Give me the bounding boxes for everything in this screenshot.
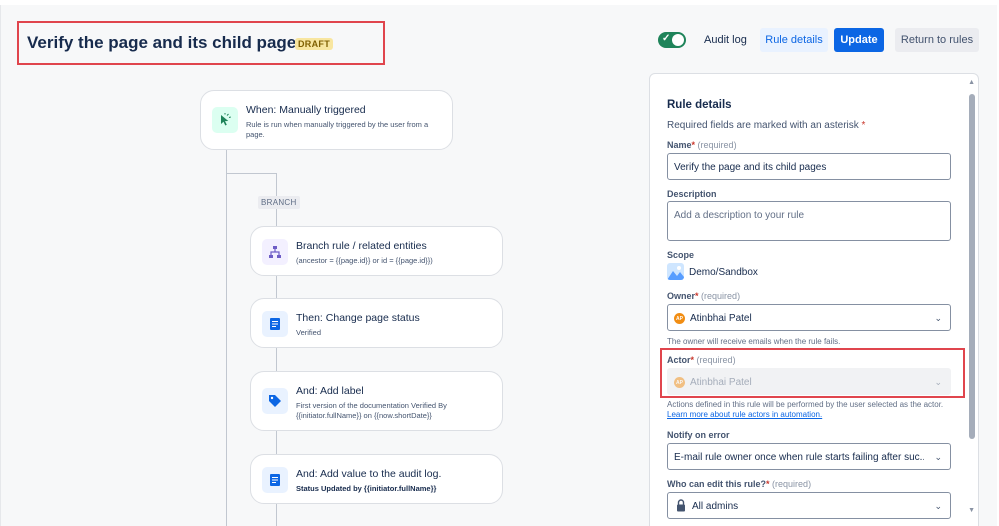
required-note: Required fields are marked with an aster… — [667, 120, 865, 131]
trigger-subtitle: Rule is run when manually triggered by t… — [246, 120, 429, 139]
trigger-title: When: Manually triggered — [246, 104, 366, 116]
name-field[interactable]: Verify the page and its child pages — [667, 153, 951, 180]
step-subtitle: Verified — [296, 328, 322, 337]
flow-connector — [226, 150, 227, 526]
audit-log-label: Audit log — [704, 34, 747, 46]
audit-log-toggle[interactable]: ✓ — [658, 32, 686, 48]
hierarchy-icon — [262, 239, 288, 265]
branch-connector — [226, 173, 276, 174]
toggle-knob — [672, 34, 684, 46]
page-icon — [262, 467, 288, 493]
title-highlight: Verify the page and its child pages DRAF… — [17, 21, 385, 65]
name-value: Verify the page and its child pages — [674, 162, 827, 173]
scope-value: Demo/Sandbox — [689, 267, 758, 278]
return-to-rules-button[interactable]: Return to rules — [895, 28, 979, 52]
who-can-edit-hint: (required) — [772, 479, 812, 489]
tag-icon — [262, 388, 288, 414]
editor-header: Verify the page and its child pages DRAF… — [1, 5, 998, 73]
notify-label: Notify on error — [667, 430, 730, 440]
draft-badge: DRAFT — [295, 38, 333, 50]
lock-icon — [676, 499, 686, 515]
flow-step-add-label[interactable]: And: Add label First version of the docu… — [250, 371, 503, 431]
flow-step-audit-log[interactable]: And: Add value to the audit log. Status … — [250, 454, 503, 504]
actor-highlight — [660, 348, 965, 398]
avatar: AP — [674, 313, 685, 324]
name-label: Name* (required) — [667, 140, 737, 150]
notify-select[interactable]: E-mail rule owner once when rule starts … — [667, 443, 951, 470]
branch-label: BRANCH — [258, 196, 300, 209]
chevron-down-icon: ⌄ — [934, 501, 942, 511]
description-label: Description — [667, 189, 717, 199]
who-can-edit-select[interactable]: All admins ⌄ — [667, 492, 951, 519]
required-asterisk: * — [691, 140, 696, 150]
automation-rule-editor: Verify the page and its child pages DRAF… — [0, 5, 997, 526]
rule-details-button[interactable]: Rule details — [760, 28, 828, 52]
description-placeholder: Add a description to your rule — [674, 210, 805, 221]
who-can-edit-value: All admins — [692, 501, 739, 512]
required-note-text: Required fields are marked with an aster… — [667, 120, 859, 131]
step-title: Then: Change page status — [296, 312, 420, 324]
owner-label: Owner* (required) — [667, 291, 740, 301]
cursor-click-icon — [212, 107, 238, 133]
check-icon: ✓ — [662, 33, 671, 44]
trigger-node[interactable]: When: Manually triggered Rule is run whe… — [200, 90, 453, 150]
flow-step-change-status[interactable]: Then: Change page status Verified — [250, 298, 503, 348]
scrollbar-thumb[interactable] — [969, 94, 975, 439]
page-title: Verify the page and its child pages — [27, 33, 306, 52]
owner-label-text: Owner — [667, 291, 696, 301]
owner-value: Atinbhai Patel — [690, 313, 752, 324]
required-asterisk: * — [695, 291, 699, 301]
scroll-down-icon[interactable]: ▼ — [968, 507, 975, 514]
owner-select[interactable]: AP Atinbhai Patel ⌄ — [667, 304, 951, 331]
who-can-edit-label: Who can edit this rule?* (required) — [667, 479, 811, 489]
actor-learn-more-link[interactable]: Learn more about rule actors in automati… — [667, 410, 822, 419]
step-subtitle: Status Updated by {{initiator.fullName}} — [296, 484, 437, 493]
required-asterisk: * — [861, 120, 866, 131]
owner-help: The owner will receive emails when the r… — [667, 337, 841, 346]
step-subtitle: First version of the documentation Verif… — [296, 401, 447, 420]
chevron-down-icon: ⌄ — [934, 313, 942, 323]
actor-help: Actions defined in this rule will be per… — [667, 400, 957, 420]
page-icon — [262, 311, 288, 337]
step-title: Branch rule / related entities — [296, 240, 427, 252]
owner-hint: (required) — [701, 291, 741, 301]
name-hint: (required) — [697, 140, 737, 150]
chevron-down-icon: ⌄ — [934, 452, 942, 462]
actor-help-text: Actions defined in this rule will be per… — [667, 400, 944, 409]
update-button[interactable]: Update — [834, 28, 884, 52]
step-subtitle: (ancestor = {{page.id}} or id = {{page.i… — [296, 256, 433, 265]
space-icon — [667, 263, 684, 280]
notify-value: E-mail rule owner once when rule starts … — [674, 452, 924, 463]
step-title: And: Add value to the audit log. — [296, 468, 442, 480]
scroll-up-icon[interactable]: ▲ — [968, 79, 975, 86]
name-label-text: Name — [667, 140, 692, 150]
scrollbar[interactable] — [969, 88, 975, 508]
step-title: And: Add label — [296, 385, 364, 397]
required-asterisk: * — [766, 479, 770, 489]
flow-step-branch[interactable]: Branch rule / related entities (ancestor… — [250, 226, 503, 276]
who-can-edit-label-text: Who can edit this rule? — [667, 479, 767, 489]
panel-heading: Rule details — [667, 99, 732, 111]
description-field[interactable]: Add a description to your rule — [667, 201, 951, 241]
scope-label: Scope — [667, 250, 695, 260]
rule-details-panel: ▲ ▼ Rule details Required fields are mar… — [649, 73, 979, 526]
